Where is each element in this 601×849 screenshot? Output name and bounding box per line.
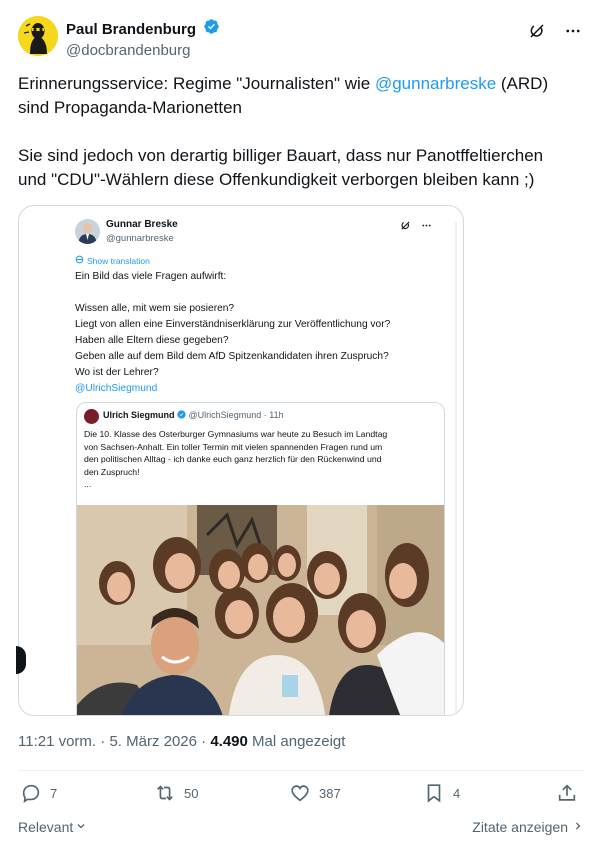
- view-label: Mal angezeigt: [252, 733, 346, 750]
- post-time[interactable]: 11:21 vorm.: [18, 733, 96, 750]
- like-button[interactable]: 387: [289, 782, 341, 804]
- bookmark-icon: [427, 784, 441, 803]
- embedded-line: Geben alle auf dem Bild dem AfD Spitzenk…: [75, 351, 389, 362]
- embedded-grok-icon: [400, 218, 411, 236]
- divider: [18, 770, 584, 771]
- embedded-post-text: Ein Bild das viele Fragen aufwirft: Wiss…: [75, 269, 450, 397]
- repost-icon: [157, 785, 173, 801]
- reply-icon: [22, 784, 40, 803]
- repost-count: 50: [184, 785, 199, 801]
- tweet-line-3: Sie sind jedoch von derartig billiger Ba…: [18, 146, 544, 165]
- quoted-post-text: Die 10. Klasse des Osterburger Gymnasium…: [84, 429, 388, 490]
- embedded-more-icon: [421, 218, 432, 236]
- post-meta: 11:21 vorm. · 5. März 2026 · 4.490 Mal a…: [18, 733, 346, 750]
- embedded-mention: @UlrichSiegmund: [75, 383, 158, 394]
- tweet-header: Paul Brandenburg @docbrandenburg: [18, 16, 584, 59]
- embedded-author-name: Gunnar Breske: [106, 219, 178, 230]
- sort-label: Relevant: [18, 819, 74, 835]
- chevron-right-icon: [572, 819, 584, 835]
- author-avatar[interactable]: [18, 16, 58, 56]
- embedded-line: Ein Bild das viele Fragen aufwirft:: [75, 271, 227, 282]
- view-quotes-link[interactable]: Zitate anzeigen: [472, 819, 584, 835]
- share-button[interactable]: [556, 782, 578, 804]
- embedded-quoted-post: Ulrich Siegmund @UlrichSiegmund · 11h Di…: [76, 402, 445, 715]
- more-options-icon[interactable]: [562, 20, 584, 42]
- author-name[interactable]: Paul Brandenburg: [66, 21, 196, 38]
- replies-footer: Relevant Zitate anzeigen: [18, 817, 584, 839]
- tweet-line-1-end: (ARD): [496, 74, 549, 93]
- tweet-text: Erinnerungsservice: Regime "Journalisten…: [18, 72, 584, 192]
- reply-count: 7: [50, 785, 58, 801]
- embedded-line: Wissen alle, mit wem sie posieren?: [75, 303, 235, 314]
- quoted-author-handle: @UlrichSiegmund: [188, 410, 262, 420]
- attached-image[interactable]: Gunnar Breske @gunnarbreske Show transla…: [18, 205, 464, 716]
- tweet-line-2: sind Propaganda-Marionetten: [18, 98, 242, 117]
- view-count: 4.490: [210, 733, 248, 750]
- quoted-avatar: [84, 409, 99, 424]
- heart-icon: [291, 785, 309, 802]
- embedded-avatar: [75, 219, 100, 244]
- post-date[interactable]: 5. März 2026: [109, 733, 197, 750]
- reply-button[interactable]: 7: [20, 782, 57, 804]
- embedded-post-screenshot: Gunnar Breske @gunnarbreske Show transla…: [46, 206, 454, 715]
- tweet-line-1: Erinnerungsservice: Regime "Journalisten…: [18, 74, 375, 93]
- share-icon: [558, 784, 576, 801]
- quoted-timestamp: 11h: [269, 410, 284, 420]
- embedded-line: Wo ist der Lehrer?: [75, 367, 159, 378]
- sort-dropdown[interactable]: Relevant: [18, 819, 87, 835]
- embedded-line: Haben alle Eltern diese gegeben?: [75, 335, 229, 346]
- next-image-edge: [455, 222, 457, 712]
- embedded-author-handle: @gunnarbreske: [106, 233, 174, 244]
- tweet-line-4: und "CDU"-Wählern diese Offenkundigkeit …: [18, 170, 535, 189]
- action-bar: 7 50 387 4: [18, 782, 584, 810]
- bookmark-count: 4: [453, 785, 461, 801]
- author-handle[interactable]: @docbrandenburg: [66, 42, 220, 59]
- verified-badge-icon: [203, 18, 220, 40]
- embedded-line: Liegt von allen eine Einverständniserklä…: [75, 319, 391, 330]
- view-quotes-label: Zitate anzeigen: [472, 819, 568, 835]
- mention-link[interactable]: @gunnarbreske: [375, 74, 496, 93]
- quoted-author-name: Ulrich Siegmund: [103, 410, 175, 420]
- group-photo: [77, 505, 444, 715]
- repost-button[interactable]: 50: [154, 782, 198, 804]
- grok-icon[interactable]: [526, 20, 548, 42]
- chevron-down-icon: [75, 819, 87, 835]
- show-translation: Show translation: [75, 255, 150, 266]
- bookmark-button[interactable]: 4: [423, 782, 460, 804]
- translate-icon: [75, 255, 84, 266]
- quoted-verified-icon: [177, 410, 186, 420]
- like-count: 387: [319, 785, 341, 801]
